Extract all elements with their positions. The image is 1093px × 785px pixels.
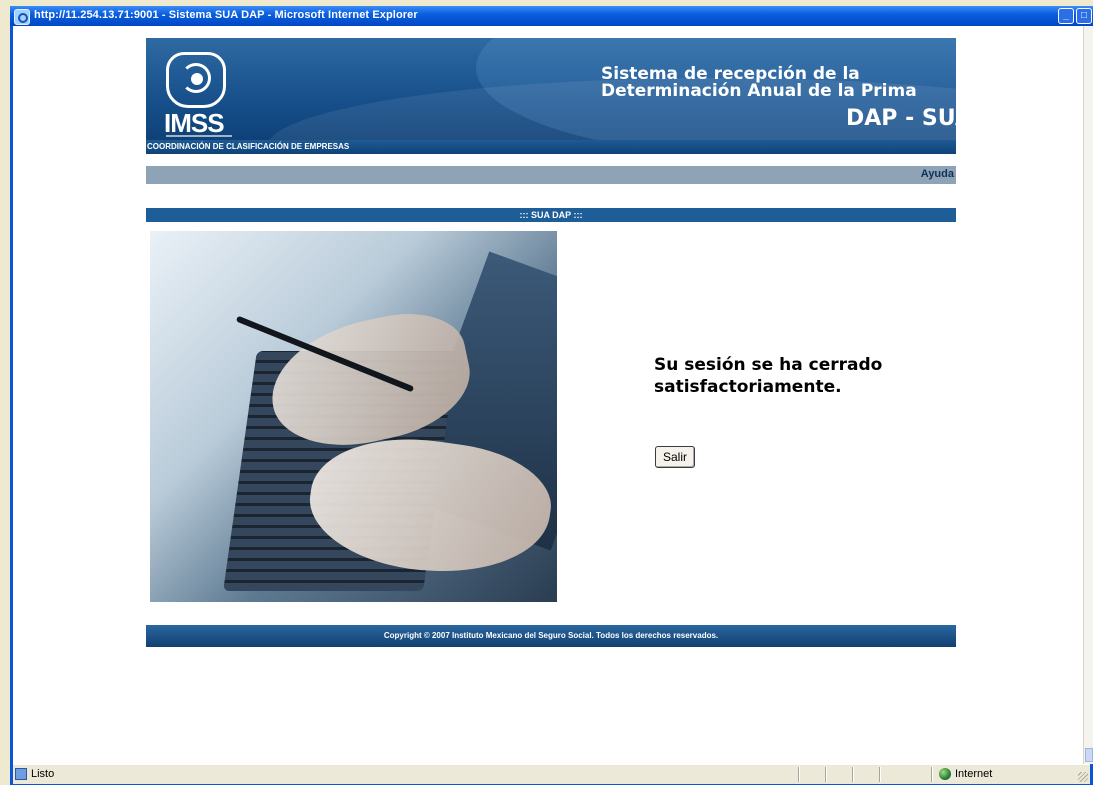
logo-underline [166,135,232,137]
status-panel [879,767,881,782]
session-closed-message: Su sesión se ha cerrado satisfactoriamen… [654,355,883,397]
browser-window: http://11.254.13.71:9001 - Sistema SUA D… [10,6,1093,785]
minimize-icon[interactable]: _ [1058,8,1074,24]
vertical-scrollbar[interactable] [1083,26,1093,764]
imss-logo-icon [166,52,226,108]
internet-explorer-icon [14,9,30,25]
status-panel [931,767,933,782]
title-bar[interactable]: http://11.254.13.71:9001 - Sistema SUA D… [10,6,1093,26]
system-title: Sistema de recepción de la Determinación… [601,66,917,100]
header-banner: IMSS Sistema de recepción de la Determin… [146,38,956,154]
scrollbar-thumb[interactable] [1085,748,1093,762]
page-content: IMSS Sistema de recepción de la Determin… [13,26,1083,764]
coordination-label: COORDINACIÓN DE CLASIFICACIÓN DE EMPRESA… [147,142,350,151]
window-title: http://11.254.13.71:9001 - Sistema SUA D… [34,9,418,21]
resize-grip-icon[interactable] [1078,772,1088,782]
help-bar: Ayuda [146,166,956,184]
copyright-footer: Copyright © 2007 Instituto Mexicano del … [146,625,956,647]
system-title-line2: Determinación Anual de la Prima [601,81,917,101]
exit-button[interactable]: Salir [655,446,695,468]
status-text: Listo [31,768,55,780]
security-zone-text: Internet [955,768,993,780]
section-title: ::: SUA DAP ::: [146,208,956,222]
typing-hands-photo [150,231,557,602]
status-bar: Listo Internet [13,764,1090,784]
system-subtitle: DAP - SUA [846,106,956,131]
maximize-icon[interactable]: □ [1076,8,1092,24]
status-panel [825,767,827,782]
page-icon [15,768,27,780]
status-panel [852,767,854,782]
status-panel [798,767,800,782]
globe-icon [939,768,951,780]
help-link[interactable]: Ayuda [921,168,954,180]
